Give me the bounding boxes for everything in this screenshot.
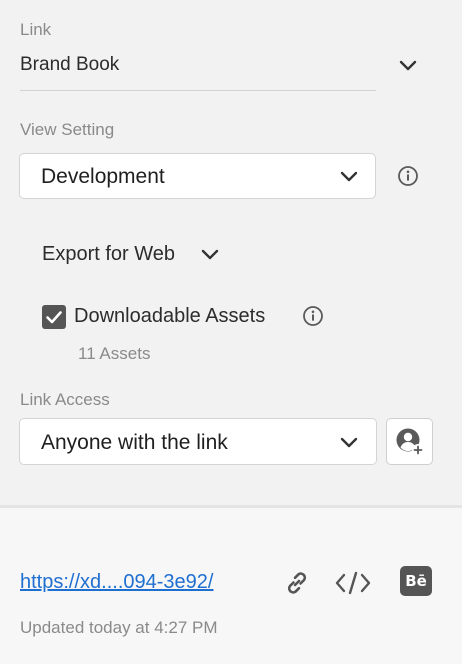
downloadable-info-icon[interactable]: [302, 305, 324, 327]
downloadable-assets-label[interactable]: Downloadable Assets: [74, 305, 265, 328]
checkmark-icon: [46, 311, 62, 324]
link-label: Link: [20, 20, 52, 39]
link-underline: [20, 90, 376, 91]
share-settings-panel: Link Brand Book View Setting Development…: [0, 0, 462, 505]
link-access-value: Anyone with the link: [41, 431, 228, 454]
link-chevron-down-icon[interactable]: [399, 60, 417, 72]
behance-icon[interactable]: Bē: [400, 566, 432, 596]
updated-timestamp: Updated today at 4:27 PM: [20, 618, 218, 637]
invite-user-icon: [396, 428, 424, 456]
view-setting-dropdown[interactable]: Development: [19, 153, 376, 199]
chevron-down-icon: [340, 171, 358, 183]
invite-user-button[interactable]: [386, 418, 433, 465]
link-access-label: Link Access: [20, 390, 110, 409]
view-setting-info-icon[interactable]: [397, 165, 419, 187]
chevron-down-icon: [340, 437, 358, 449]
assets-count: 11 Assets: [78, 344, 151, 363]
link-name-field[interactable]: Brand Book: [20, 54, 119, 76]
view-setting-value: Development: [41, 165, 165, 188]
copy-link-icon[interactable]: [282, 568, 312, 598]
view-setting-label: View Setting: [20, 120, 115, 139]
export-label: Export for Web: [42, 243, 176, 265]
export-chevron-down-icon[interactable]: [201, 249, 219, 261]
embed-code-icon[interactable]: [334, 569, 372, 597]
link-access-dropdown[interactable]: Anyone with the link: [19, 418, 377, 465]
share-url-link[interactable]: https://xd....094-3e92/: [20, 571, 213, 594]
export-for-web-toggle[interactable]: Export for Web: [42, 243, 175, 266]
downloadable-assets-checkbox[interactable]: [42, 305, 66, 329]
